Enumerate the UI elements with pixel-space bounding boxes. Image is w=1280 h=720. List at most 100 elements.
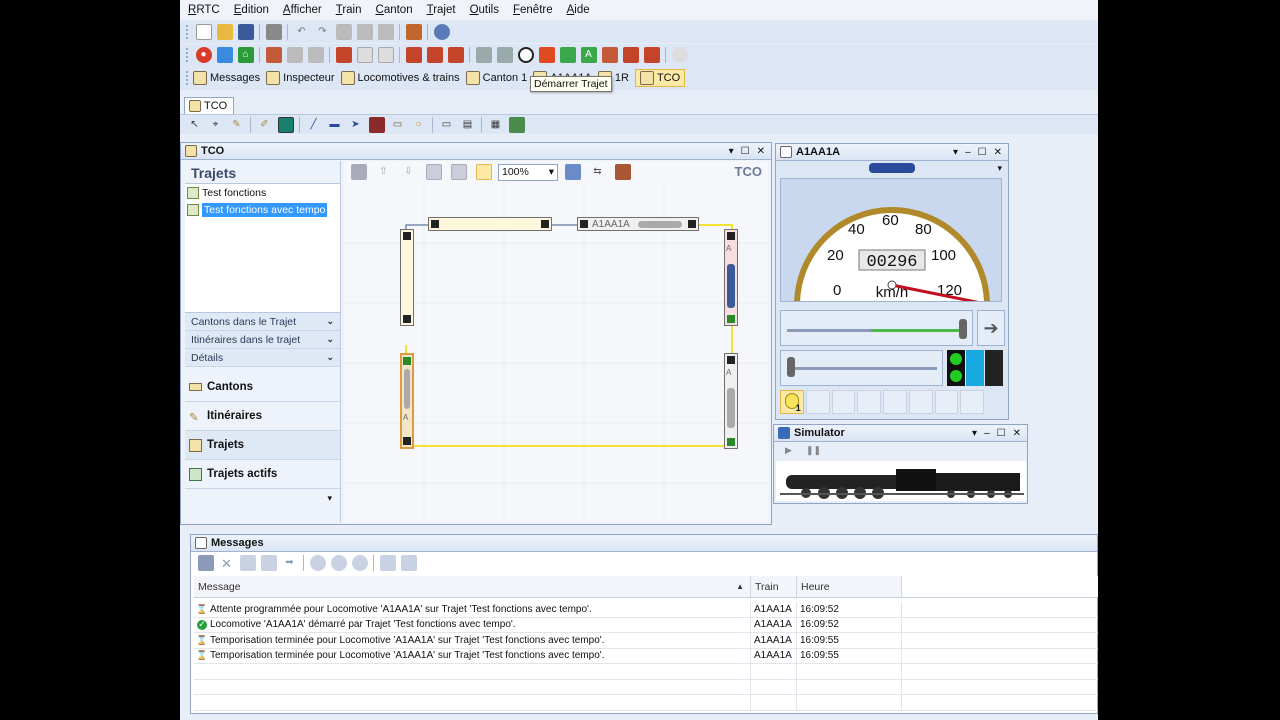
print-icon[interactable] [265,24,282,40]
open-icon[interactable] [216,24,233,40]
paste-icon[interactable] [377,24,394,40]
table-row[interactable]: ⌛ Temporisation terminée pour Locomotive … [194,648,1098,664]
arrow-down-icon[interactable]: ⇩ [401,164,417,180]
user-add-icon[interactable] [351,555,368,571]
copy-icon[interactable] [239,555,256,571]
train-icon[interactable] [265,47,282,63]
export-icon[interactable] [400,555,417,571]
function-button[interactable] [857,390,881,414]
fill-color-icon[interactable] [277,116,294,133]
cut-icon[interactable] [335,24,352,40]
user-icon[interactable] [309,555,326,571]
page-icon[interactable] [425,164,442,180]
function-button[interactable] [805,390,830,414]
trajet-stop-icon[interactable] [601,47,618,63]
label-tool-icon[interactable]: ▦ [488,117,504,133]
canton-top-right[interactable]: A1AA1A [577,217,699,231]
start-trajet-icon[interactable] [517,47,534,63]
maximize-icon[interactable]: ☐ [997,428,1006,439]
pause-icon[interactable]: ❚❚ [806,442,822,458]
emergency-stop-icon[interactable]: ● [195,47,212,63]
paste-icon[interactable] [260,555,277,571]
trajet-reset-icon[interactable] [643,47,660,63]
block-free-icon[interactable] [356,47,373,63]
column-header-train[interactable]: Train [751,576,797,597]
trajet-run-icon[interactable] [538,47,555,63]
trajet-item[interactable]: Test fonctions [185,184,340,201]
dock-tab-locomotives[interactable]: Locomotives & trains [340,71,460,85]
nav-trajets[interactable]: Trajets [185,431,340,460]
locomotive-view-icon[interactable] [614,164,631,180]
function-button[interactable] [908,390,933,414]
function-button[interactable] [934,390,959,414]
route-set-icon[interactable] [496,47,513,63]
menu-train[interactable]: Train [336,4,362,16]
arrow-right-icon[interactable]: ➡ [282,555,298,571]
rectangle-icon[interactable]: ▭ [390,117,406,133]
canton-left-bottom[interactable]: A [400,353,414,449]
menu-rrtc[interactable]: RRTC [188,4,220,16]
filter-icon[interactable] [379,555,396,571]
toolbar-grip[interactable] [186,25,189,39]
toolbar-grip[interactable] [186,48,189,62]
help-icon[interactable] [433,24,450,40]
zoom-select[interactable]: 100% ▾ [498,163,558,181]
auto-icon[interactable]: A [580,47,597,63]
menu-fenetre[interactable]: Fenêtre [513,4,553,16]
clear-icon[interactable]: ✕ [219,555,235,571]
route-icon[interactable] [475,47,492,63]
select-icon[interactable]: ⌖ [208,117,224,133]
play-icon[interactable]: ▶ [781,442,797,458]
minimize-icon[interactable]: – [965,147,971,158]
close-icon[interactable]: ✕ [1013,428,1021,439]
canton-right-bottom[interactable]: A [724,353,738,449]
canton-left-top[interactable] [400,229,414,326]
column-header-heure[interactable]: Heure [797,576,902,597]
table-row[interactable]: ⌛ Temporisation terminée pour Locomotive … [194,633,1098,649]
speed-slider[interactable] [780,310,973,346]
signal-red-icon[interactable] [426,47,443,63]
nav-trajets-actifs[interactable]: Trajets actifs [185,460,340,489]
menu-aide[interactable]: Aide [567,4,590,16]
function-button[interactable] [883,390,907,414]
menu-trajet[interactable]: Trajet [427,4,456,16]
column-header-message[interactable]: Message ▲ [194,576,751,597]
tools-icon[interactable] [405,24,422,40]
slider-handle[interactable] [787,357,795,377]
arrow-up-icon[interactable]: ⇧ [376,164,392,180]
table-row[interactable]: ✓ Locomotive 'A1AA1A' démarré par Trajet … [194,617,1098,633]
ellipse-icon[interactable]: ○ [411,117,427,133]
clock-icon[interactable] [671,47,688,63]
users-icon[interactable] [330,555,347,571]
dock-tab-inspecteur[interactable]: Inspecteur [266,71,335,85]
text-tool-icon[interactable]: ▤ [460,117,476,133]
menu-canton[interactable]: Canton [376,4,413,16]
home-icon[interactable]: ⌂ [237,47,254,63]
fit-icon[interactable] [350,164,367,180]
trajet-green-icon[interactable] [559,47,576,63]
dropdown-icon[interactable]: ▾ [953,147,958,158]
brush-icon[interactable]: ✐ [257,117,273,133]
save-icon[interactable] [197,555,214,571]
zoom-fit-icon[interactable] [564,164,581,180]
save-icon[interactable] [237,24,254,40]
document-tab-tco[interactable]: TCO [184,97,235,114]
dropdown-icon[interactable]: ▾ [729,146,734,157]
brake-slider[interactable] [780,350,943,386]
accordion-itineraires[interactable]: Itinéraires dans le trajet ⌄ [185,331,340,349]
canton-right-top[interactable]: A [724,229,738,326]
dock-tab-tco[interactable]: TCO [634,69,686,87]
function-button-light[interactable]: 1 [780,390,804,414]
maximize-icon[interactable]: ☐ [741,146,750,157]
accordion-details[interactable]: Détails ⌄ [185,349,340,367]
nav-itineraires[interactable]: ✎ Itinéraires [185,402,340,431]
power-icon[interactable] [216,47,233,63]
pan-icon[interactable]: ⇆ [590,164,606,180]
menu-afficher[interactable]: Afficher [283,4,322,16]
dropdown-icon[interactable]: ▾ [972,428,977,439]
pencil-icon[interactable]: ✎ [229,117,245,133]
loco-select[interactable]: ▾ [776,161,1008,175]
accordion-cantons[interactable]: Cantons dans le Trajet ⌄ [185,313,340,331]
minimize-icon[interactable]: – [984,428,990,439]
overflow-icon[interactable]: ▾ [185,489,340,508]
